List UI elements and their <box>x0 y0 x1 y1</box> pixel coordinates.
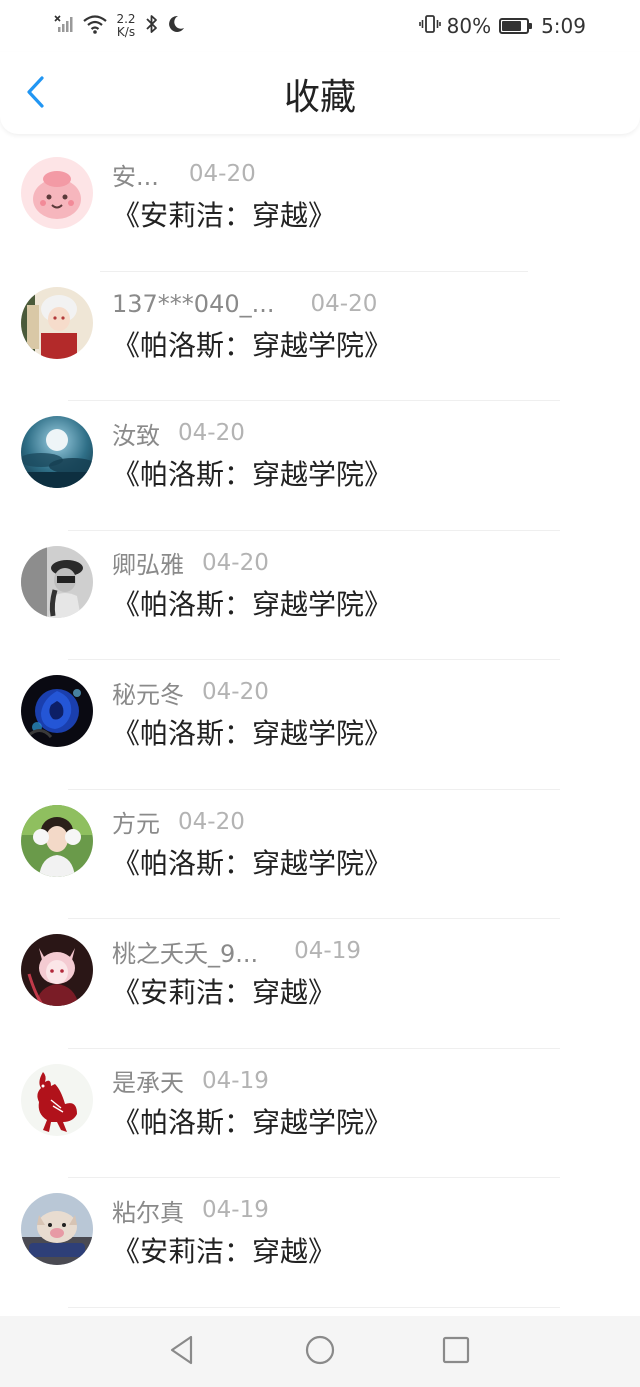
battery-icon <box>499 18 533 34</box>
page-title: 收藏 <box>283 77 356 118</box>
avatar[interactable] <box>21 545 93 618</box>
list-item[interactable]: 桃之夭夭_9... 04-19 《安莉洁：穿越》 <box>0 919 640 1049</box>
item-meta: 是承天 04-19 <box>112 1064 269 1098</box>
favorites-list: 安... 04-20 《安莉洁：穿越》 137***040_... 04-20 … <box>0 142 640 1308</box>
list-item[interactable]: 秘元冬 04-20 《帕洛斯：穿越学院》 <box>0 660 640 790</box>
date: 04-20 <box>310 290 378 317</box>
clock: 5:09 <box>541 14 586 38</box>
avatar[interactable] <box>21 675 93 747</box>
system-nav-bar <box>0 1316 640 1387</box>
item-meta: 安... 04-20 <box>112 157 256 191</box>
favorite-title: 《安莉洁：穿越》 <box>112 976 337 1009</box>
network-speed: 2.2 K/s <box>114 13 138 39</box>
favorite-title: 《帕洛斯：穿越学院》 <box>112 458 393 491</box>
username: 方元 <box>112 810 160 838</box>
list-item[interactable]: 粘尔真 04-19 《安莉洁：穿越》 <box>0 1178 640 1308</box>
divider <box>68 1306 560 1308</box>
favorite-title: 《帕洛斯：穿越学院》 <box>112 717 393 750</box>
avatar[interactable] <box>21 1193 93 1265</box>
avatar[interactable] <box>21 1063 93 1136</box>
username: 桃之夭夭_9... <box>112 939 259 968</box>
avatar[interactable] <box>21 934 93 1006</box>
status-bar: 2.2 K/s 80% 5:09 <box>0 0 640 52</box>
username: 卿弘雅 <box>112 551 184 579</box>
nav-home-button[interactable] <box>300 1332 340 1372</box>
item-meta: 汝致 04-20 <box>112 416 245 450</box>
no-signal-icon <box>54 13 76 39</box>
date: 04-20 <box>188 161 256 187</box>
battery-percent: 80% <box>446 14 492 38</box>
date: 04-19 <box>294 938 361 964</box>
avatar[interactable] <box>21 286 93 359</box>
date: 04-20 <box>178 420 245 446</box>
favorite-title: 《安莉洁：穿越》 <box>112 199 337 232</box>
list-item[interactable]: 卿弘雅 04-20 《帕洛斯：穿越学院》 <box>0 531 640 660</box>
avatar[interactable] <box>21 804 93 877</box>
status-right: 80% 5:09 <box>418 12 586 40</box>
list-item[interactable]: 137***040_... 04-20 《帕洛斯：穿越学院》 <box>0 272 640 401</box>
date: 04-20 <box>178 808 245 835</box>
list-item[interactable]: 汝致 04-20 《帕洛斯：穿越学院》 <box>0 401 640 531</box>
username: 秘元冬 <box>112 680 184 709</box>
wifi-icon <box>82 13 108 39</box>
item-meta: 方元 04-20 <box>112 805 245 839</box>
app-header: 收藏 <box>0 52 640 134</box>
date: 04-19 <box>202 1067 269 1094</box>
favorite-title: 《帕洛斯：穿越学院》 <box>112 587 393 621</box>
date: 04-20 <box>202 549 269 576</box>
item-meta: 桃之夭夭_9... 04-19 <box>112 934 361 968</box>
status-left: 2.2 K/s <box>54 12 186 40</box>
username: 汝致 <box>112 421 160 450</box>
item-meta: 粘尔真 04-19 <box>112 1193 269 1227</box>
item-meta: 137***040_... 04-20 <box>112 287 377 321</box>
network-speed-unit: K/s <box>116 25 136 39</box>
home-circle-icon <box>304 1334 336 1370</box>
date: 04-19 <box>202 1197 269 1223</box>
bluetooth-icon <box>144 13 160 39</box>
list-item[interactable]: 方元 04-20 《帕洛斯：穿越学院》 <box>0 790 640 919</box>
date: 04-20 <box>202 679 269 705</box>
username: 安... <box>112 162 159 191</box>
battery-level-fill <box>502 21 521 31</box>
favorite-title: 《帕洛斯：穿越学院》 <box>112 1105 393 1139</box>
favorite-title: 《帕洛斯：穿越学院》 <box>112 846 393 880</box>
username: 粘尔真 <box>112 1198 184 1227</box>
avatar[interactable] <box>21 416 93 488</box>
username: 是承天 <box>112 1069 184 1097</box>
nav-recents-button[interactable] <box>436 1332 476 1372</box>
recents-square-icon <box>441 1335 471 1369</box>
vibrate-icon <box>418 13 441 40</box>
item-meta: 秘元冬 04-20 <box>112 675 269 709</box>
nav-back-button[interactable] <box>162 1332 202 1372</box>
favorite-title: 《帕洛斯：穿越学院》 <box>112 328 393 362</box>
username: 137***040_... <box>112 289 275 318</box>
list-item[interactable]: 安... 04-20 《安莉洁：穿越》 <box>0 142 640 272</box>
item-meta: 卿弘雅 04-20 <box>112 546 269 580</box>
back-triangle-icon <box>167 1334 197 1370</box>
avatar[interactable] <box>21 157 93 229</box>
moon-icon <box>166 13 186 39</box>
favorite-title: 《安莉洁：穿越》 <box>112 1235 337 1268</box>
list-item[interactable]: 是承天 04-19 《帕洛斯：穿越学院》 <box>0 1049 640 1178</box>
